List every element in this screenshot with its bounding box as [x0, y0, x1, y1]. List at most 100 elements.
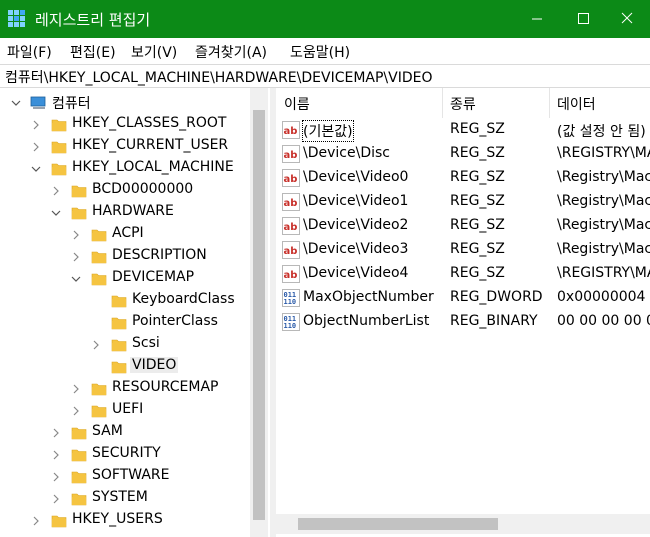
value-type: REG_DWORD [450, 289, 543, 305]
chevron-right-icon[interactable] [68, 378, 84, 400]
tree-item[interactable]: HKEY_USERS [0, 510, 250, 532]
chevron-down-icon[interactable] [8, 92, 24, 114]
folder-icon [90, 249, 108, 265]
minimize-button[interactable] [514, 0, 560, 38]
value-row[interactable]: ab \Device\Video1 REG_SZ \Registry\Machine [276, 190, 650, 214]
tree-item-label: 컴퓨터 [52, 96, 91, 112]
value-row[interactable]: 011 110 MaxObjectNumber REG_DWORD 0x00000004… [276, 286, 650, 310]
menu-edit[interactable]: 편집(E) [70, 42, 116, 62]
chevron-right-icon[interactable] [48, 466, 64, 488]
chevron-right-icon[interactable] [48, 444, 64, 466]
tree-item-label: RESOURCEMAP [112, 379, 219, 395]
value-data: \REGISTRY\MACHINE [557, 145, 650, 161]
tree-item[interactable]: DESCRIPTION [0, 246, 250, 268]
folder-icon [90, 227, 108, 243]
tree-item[interactable]: HKEY_LOCAL_MACHINE [0, 158, 250, 180]
folder-icon [50, 161, 68, 177]
tree-scroll-thumb[interactable] [253, 110, 265, 520]
tree-item[interactable]: Scsi [0, 334, 250, 356]
chevron-right-icon[interactable] [68, 224, 84, 246]
svg-text:110: 110 [284, 298, 297, 306]
key-tree[interactable]: 컴퓨터 HKEY_CLASSES_ROOT HKEY_CURRENT_USER HKE… [0, 88, 270, 537]
chevron-right-icon[interactable] [68, 400, 84, 422]
value-row[interactable]: 011 110 ObjectNumberList REG_BINARY 00 00 00… [276, 310, 650, 334]
value-row[interactable]: ab \Device\Video4 REG_SZ \REGISTRY\MACHINE [276, 262, 650, 286]
value-name: MaxObjectNumber [303, 289, 434, 305]
address-path[interactable]: 컴퓨터\HKEY_LOCAL_MACHINE\HARDWARE\DEVICEMA… [5, 67, 433, 87]
close-button[interactable] [604, 0, 650, 38]
column-header-name[interactable]: 이름 [276, 88, 442, 118]
tree-item-label: DESCRIPTION [112, 247, 207, 263]
tree-vertical-scrollbar[interactable] [250, 88, 268, 537]
column-header-type[interactable]: 종류 [442, 88, 549, 118]
tree-item[interactable]: ACPI [0, 224, 250, 246]
tree-item[interactable]: HKEY_CURRENT_USER [0, 136, 250, 158]
value-name: \Device\Video1 [303, 193, 409, 209]
chevron-right-icon[interactable] [48, 488, 64, 510]
menu-help[interactable]: 도움말(H) [290, 42, 350, 62]
tree-item[interactable]: SYSTEM [0, 488, 250, 510]
address-bar[interactable]: 컴퓨터\HKEY_LOCAL_MACHINE\HARDWARE\DEVICEMA… [0, 64, 650, 88]
string-value-icon: ab [282, 121, 300, 139]
value-name: \Device\Video0 [303, 169, 409, 185]
value-row[interactable]: ab \Device\Video2 REG_SZ \Registry\Machine [276, 214, 650, 238]
value-row[interactable]: ab \Device\Disc REG_SZ \REGISTRY\MACHINE [276, 142, 650, 166]
svg-text:ab: ab [284, 150, 298, 161]
chevron-right-icon[interactable] [48, 180, 64, 202]
tree-item-label: SYSTEM [92, 489, 148, 505]
value-type: REG_SZ [450, 265, 505, 281]
chevron-down-icon[interactable] [68, 268, 84, 290]
tree-item[interactable]: UEFI [0, 400, 250, 422]
column-name-label: 이름 [284, 97, 310, 113]
tree-item[interactable]: SOFTWARE [0, 466, 250, 488]
chevron-right-icon[interactable] [88, 334, 104, 356]
tree-item[interactable]: 컴퓨터 [0, 92, 250, 114]
string-value-icon: ab [282, 193, 300, 211]
chevron-right-icon[interactable] [28, 114, 44, 136]
maximize-button[interactable] [560, 0, 606, 38]
svg-text:ab: ab [284, 174, 298, 185]
value-list[interactable]: 이름 종류 데이터 ab (기본값) REG_SZ (값 설정 안 됨) ab \Devi… [276, 88, 650, 537]
tree-item[interactable]: SECURITY [0, 444, 250, 466]
tree-item[interactable]: RESOURCEMAP [0, 378, 250, 400]
binary-value-icon: 011 110 [282, 313, 300, 331]
tree-item[interactable]: HARDWARE [0, 202, 250, 224]
tree-item[interactable]: SAM [0, 422, 250, 444]
value-row[interactable]: ab (기본값) REG_SZ (값 설정 안 됨) [276, 118, 650, 142]
tree-item[interactable]: BCD00000000 [0, 180, 250, 202]
menu-file[interactable]: 파일(F) [7, 42, 52, 62]
value-name: \Device\Video2 [303, 217, 409, 233]
tree-item-label: Scsi [132, 335, 160, 351]
tree-item[interactable]: PointerClass [0, 312, 250, 334]
close-icon [621, 12, 633, 24]
chevron-right-icon[interactable] [28, 510, 44, 532]
chevron-right-icon[interactable] [68, 246, 84, 268]
list-horizontal-scrollbar[interactable] [276, 514, 650, 534]
tree-item-label: HARDWARE [92, 203, 174, 219]
folder-icon [70, 447, 88, 463]
tree-item[interactable]: HKEY_CLASSES_ROOT [0, 114, 250, 136]
title-bar[interactable]: 레지스트리 편집기 [0, 0, 650, 38]
chevron-down-icon[interactable] [28, 158, 44, 180]
svg-text:ab: ab [284, 246, 298, 257]
menu-view[interactable]: 보기(V) [131, 42, 177, 62]
tree-item-label: HKEY_LOCAL_MACHINE [72, 159, 234, 175]
value-name: \Device\Video4 [303, 265, 409, 281]
chevron-right-icon[interactable] [28, 136, 44, 158]
value-row[interactable]: ab \Device\Video3 REG_SZ \Registry\Machine [276, 238, 650, 262]
tree-item[interactable]: DEVICEMAP [0, 268, 250, 290]
menu-favorites[interactable]: 즐겨찾기(A) [195, 42, 267, 62]
tree-item-label: SOFTWARE [92, 467, 170, 483]
chevron-down-icon[interactable] [48, 202, 64, 224]
tree-item[interactable]: KeyboardClass [0, 290, 250, 312]
value-data: (값 설정 안 됨) [557, 124, 646, 140]
tree-item[interactable]: VIDEO [0, 356, 250, 378]
value-row[interactable]: ab \Device\Video0 REG_SZ \Registry\Machine [276, 166, 650, 190]
chevron-right-icon[interactable] [48, 422, 64, 444]
tree-item-label: SECURITY [92, 445, 161, 461]
list-scroll-thumb[interactable] [298, 518, 498, 530]
column-header-data[interactable]: 데이터 [549, 88, 650, 118]
binary-value-icon: 011 110 [282, 289, 300, 307]
value-type: REG_SZ [450, 145, 505, 161]
value-data: \Registry\Machine [557, 241, 650, 257]
